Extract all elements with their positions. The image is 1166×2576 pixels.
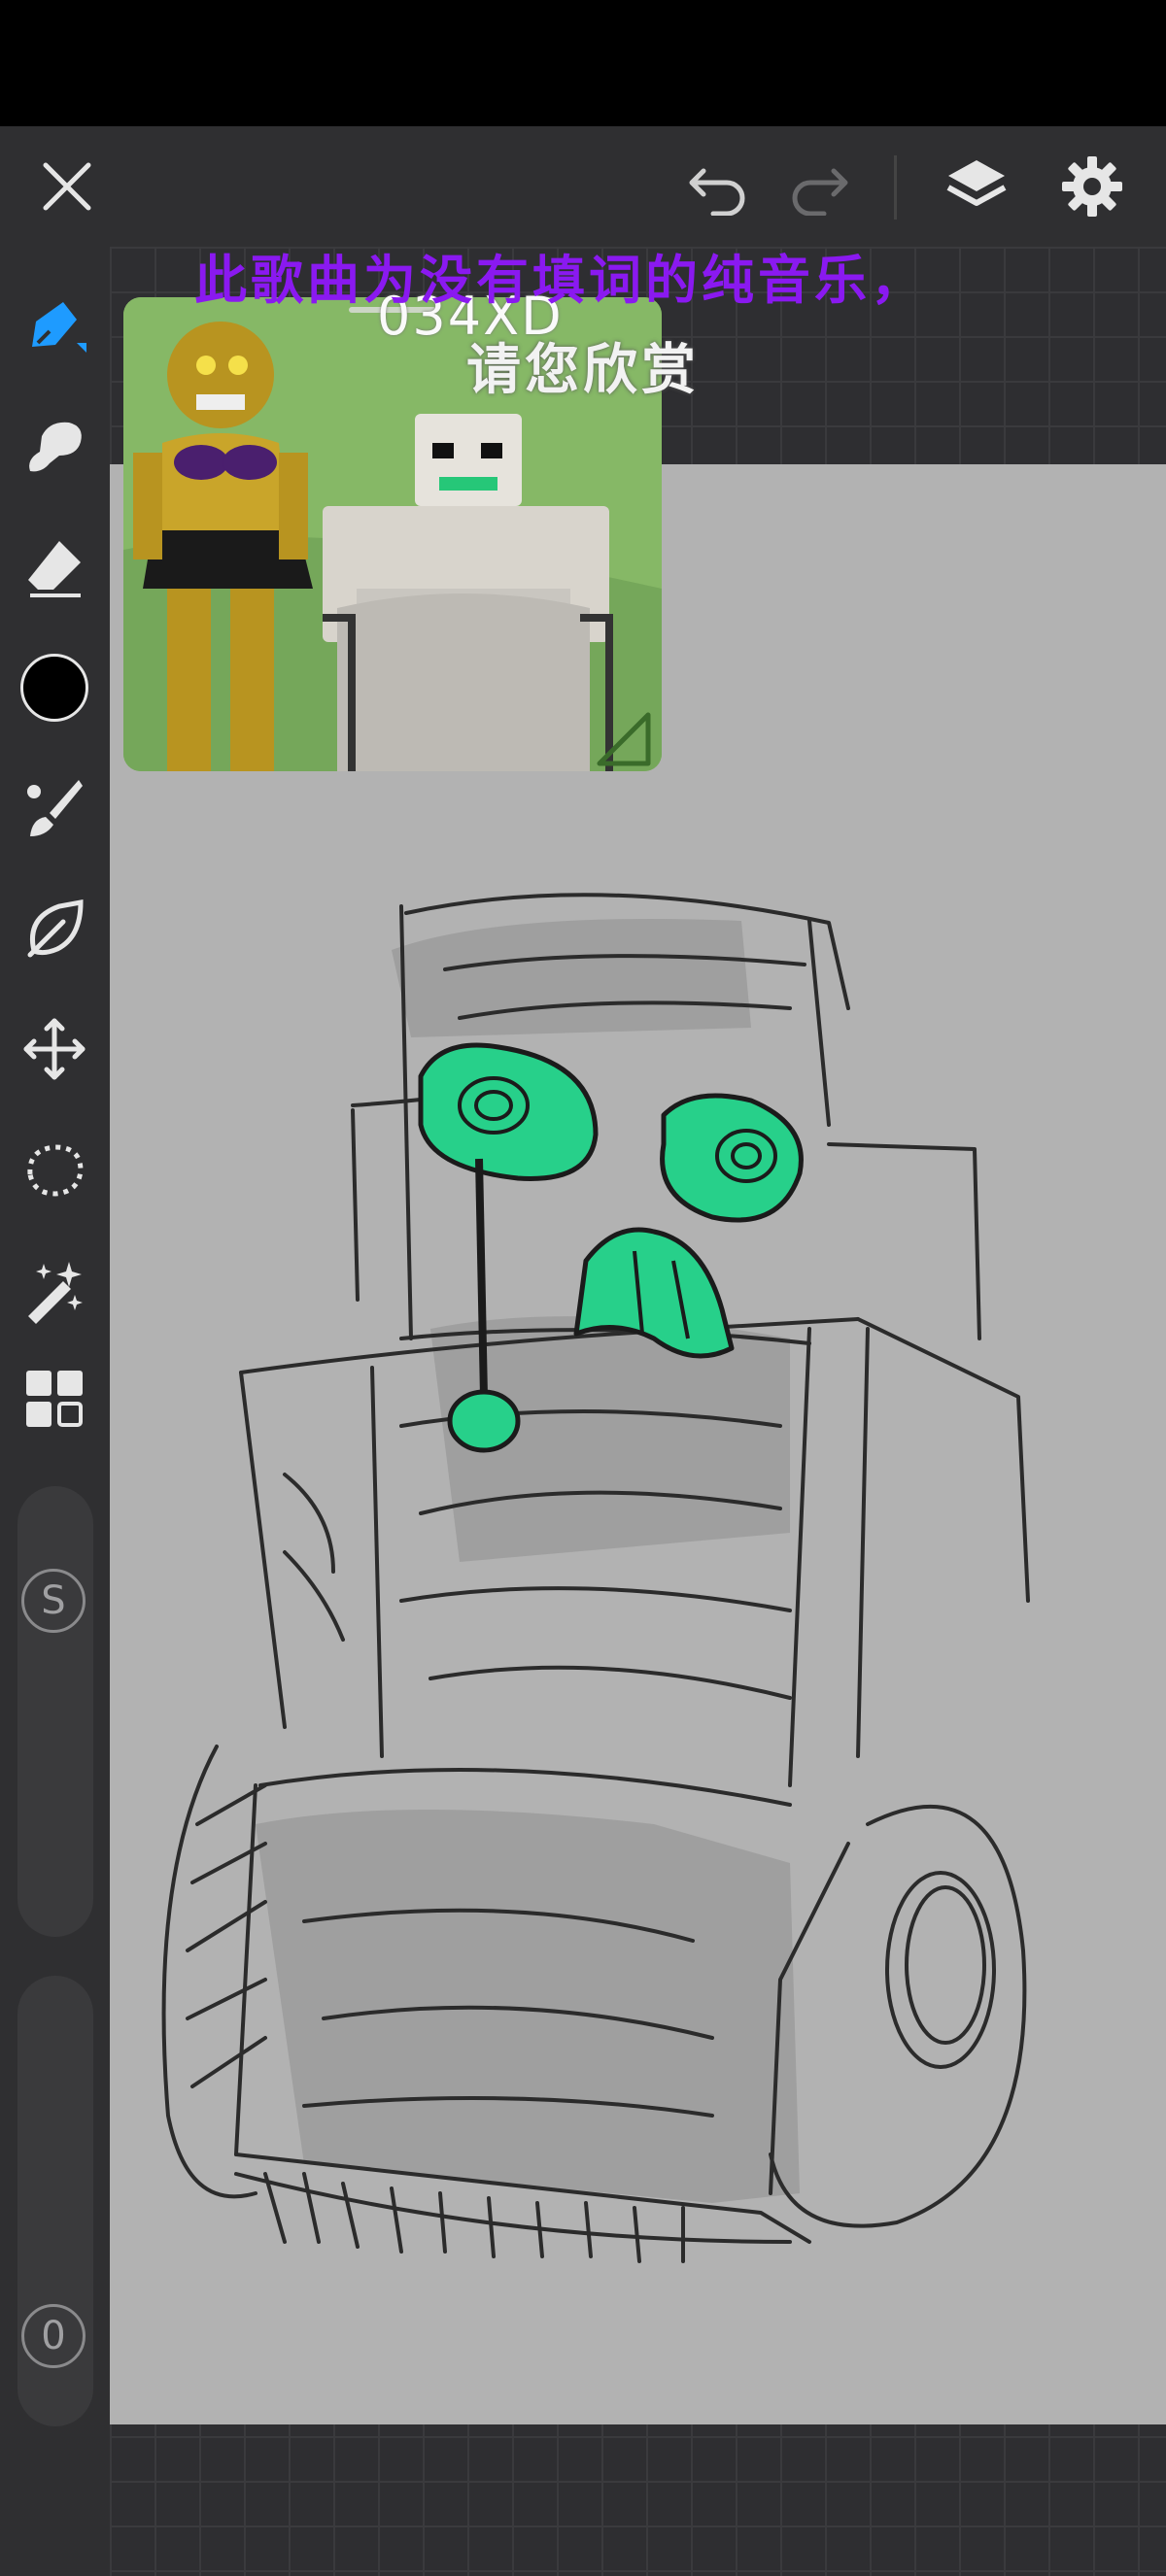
brush-icon[interactable] [14,767,95,849]
lasso-icon[interactable] [14,1129,95,1210]
pen-icon[interactable] [14,286,95,367]
undo-icon[interactable] [677,146,759,227]
status-bar [0,0,1166,126]
toolbar-divider [894,155,897,220]
subtitle-line-2: 请您欣赏 [466,338,700,402]
close-icon[interactable] [26,146,108,227]
color-swatch[interactable] [14,647,95,729]
grid-icon[interactable] [14,1358,95,1440]
subtitle-line-1: 此歌曲为没有填词的纯音乐， [194,249,927,311]
leaf-icon[interactable] [14,888,95,969]
redo-icon[interactable] [778,146,860,227]
opacity-badge: 0 [21,2304,86,2368]
eraser-icon[interactable] [14,526,95,608]
gear-icon[interactable] [1051,146,1133,227]
move-icon[interactable] [14,1008,95,1090]
smudge-icon[interactable] [14,406,95,488]
magic-wand-icon[interactable] [14,1249,95,1331]
size-badge: S [21,1569,86,1633]
layers-icon[interactable] [936,146,1017,227]
brush-size-slider[interactable] [17,1486,93,1937]
